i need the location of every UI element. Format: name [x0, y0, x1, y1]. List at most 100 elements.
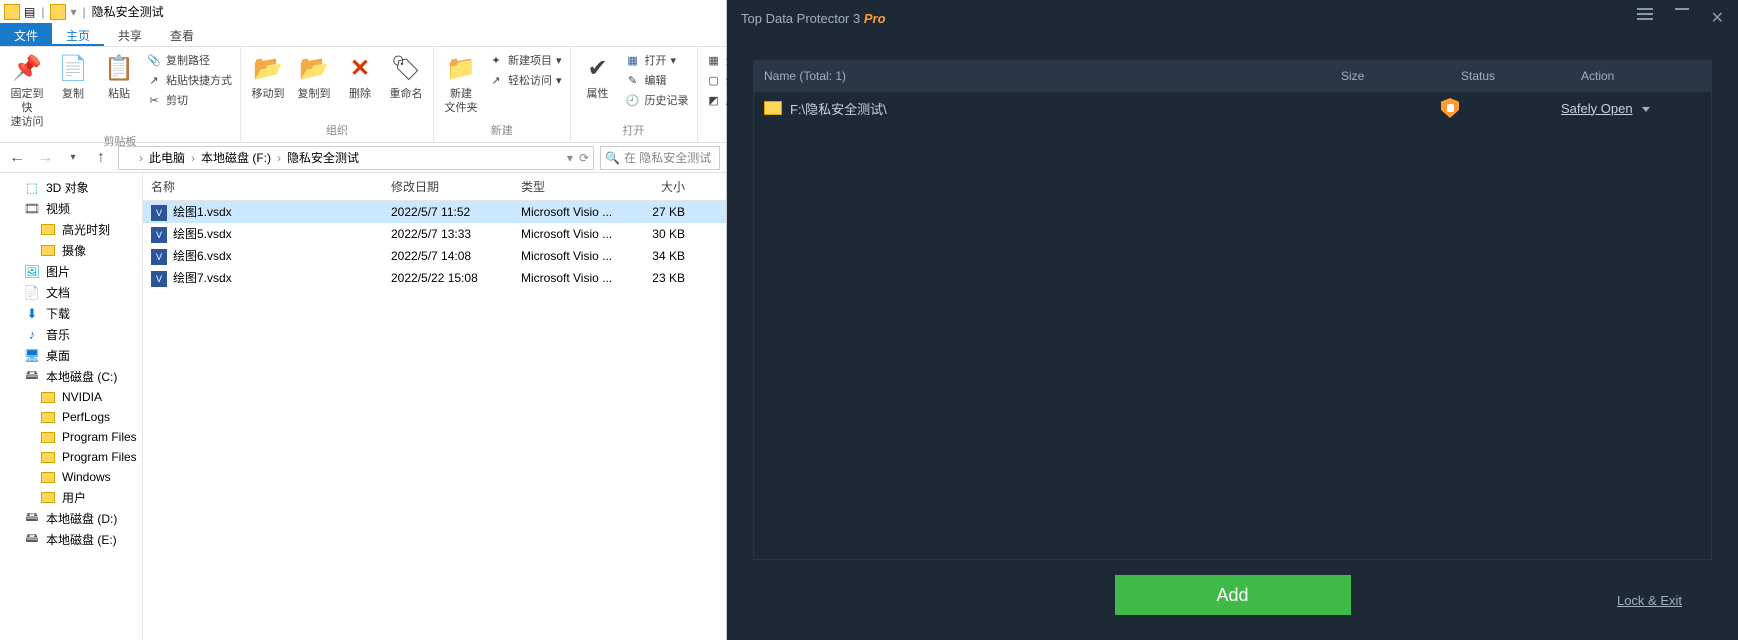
col-status[interactable]: Status: [1451, 61, 1571, 91]
rename-button[interactable]: 🏷重命名: [385, 51, 427, 103]
col-name[interactable]: 名称: [143, 173, 383, 200]
paste-shortcut-button[interactable]: ↗粘贴快捷方式: [144, 71, 234, 89]
drive-icon: 🖴: [24, 511, 40, 527]
chevron-right-icon[interactable]: ›: [139, 151, 143, 165]
col-name[interactable]: Name (Total: 1): [754, 61, 1331, 91]
easy-access-button[interactable]: ↗轻松访问 ▾: [486, 71, 564, 89]
tab-file[interactable]: 文件: [0, 23, 52, 46]
tab-share[interactable]: 共享: [104, 23, 156, 46]
col-date[interactable]: 修改日期: [383, 173, 513, 200]
path-dropdown-icon[interactable]: ▾: [567, 151, 573, 165]
nav-3d-objects[interactable]: ⬚3D 对象: [0, 177, 142, 198]
address-bar: ← → ▾ ↑ › 此电脑 › 本地磁盘 (F:) › 隐私安全测试 ▾ ⟳ 🔍…: [0, 143, 726, 173]
new-item-button[interactable]: ✦新建项目 ▾: [486, 51, 564, 69]
nav-windows[interactable]: Windows: [0, 467, 142, 487]
nav-up-button[interactable]: ↑: [90, 147, 112, 169]
refresh-icon[interactable]: ⟳: [579, 151, 589, 165]
nav-nvidia[interactable]: NVIDIA: [0, 387, 142, 407]
table-body: F:\隐私安全测试\ Safely Open: [753, 92, 1712, 560]
lock-exit-link[interactable]: Lock & Exit: [1617, 593, 1682, 608]
nav-back-button[interactable]: ←: [6, 147, 28, 169]
copy-button[interactable]: 📄复制: [52, 51, 94, 103]
edit-button[interactable]: ✎编辑: [623, 71, 691, 89]
nav-drive-e[interactable]: 🖴本地磁盘 (E:): [0, 529, 142, 550]
open-button[interactable]: ▦打开 ▾: [623, 51, 691, 69]
nav-highlights[interactable]: 高光时刻: [0, 219, 142, 240]
nav-drive-c[interactable]: 🖴本地磁盘 (C:): [0, 366, 142, 387]
col-action[interactable]: Action: [1571, 61, 1711, 91]
close-icon[interactable]: ✕: [1711, 8, 1724, 28]
col-size[interactable]: Size: [1331, 61, 1451, 91]
nav-forward-button[interactable]: →: [34, 147, 56, 169]
folder-icon: [40, 490, 56, 506]
table-row[interactable]: F:\隐私安全测试\ Safely Open: [754, 92, 1711, 124]
paste-button[interactable]: 📋粘贴: [98, 51, 140, 103]
selectnone-icon: ▢: [706, 72, 722, 88]
chevron-right-icon[interactable]: ›: [191, 151, 195, 165]
copy-to-button[interactable]: 📂复制到: [293, 51, 335, 103]
history-button[interactable]: 🕘历史记录: [623, 91, 691, 109]
paste-icon: 📋: [103, 53, 135, 85]
nav-documents[interactable]: 📄文档: [0, 282, 142, 303]
nav-users[interactable]: 用户: [0, 487, 142, 508]
file-row[interactable]: V绘图6.vsdx 2022/5/7 14:08 Microsoft Visio…: [143, 245, 726, 267]
video-icon: 🎞: [24, 201, 40, 217]
move-to-button[interactable]: 📂移动到: [247, 51, 289, 103]
file-list: 名称 修改日期 类型 大小 V绘图1.vsdx 2022/5/7 11:52 M…: [143, 173, 726, 640]
new-folder-button[interactable]: 📁新建 文件夹: [440, 51, 482, 117]
folder-icon: [50, 4, 66, 20]
easyaccess-icon: ↗: [488, 72, 504, 88]
cut-button[interactable]: ✂剪切: [144, 91, 234, 109]
qat-save-icon[interactable]: ▤: [24, 5, 35, 19]
path-segment-drive[interactable]: 本地磁盘 (F:): [197, 149, 275, 166]
music-icon: ♪: [24, 327, 40, 343]
add-button[interactable]: Add: [1115, 575, 1351, 615]
nav-music[interactable]: ♪音乐: [0, 324, 142, 345]
nav-program-files-2[interactable]: Program Files: [0, 447, 142, 467]
file-row[interactable]: V绘图5.vsdx 2022/5/7 13:33 Microsoft Visio…: [143, 223, 726, 245]
qat-dropdown-icon[interactable]: ▾: [70, 5, 76, 19]
col-type[interactable]: 类型: [513, 173, 623, 200]
chevron-down-icon[interactable]: [1642, 107, 1650, 112]
file-row[interactable]: V绘图7.vsdx 2022/5/22 15:08 Microsoft Visi…: [143, 267, 726, 289]
newitem-icon: ✦: [488, 52, 504, 68]
minimize-icon[interactable]: [1675, 8, 1689, 10]
chevron-right-icon[interactable]: ›: [277, 151, 281, 165]
path-segment-folder[interactable]: 隐私安全测试: [283, 149, 363, 166]
col-size[interactable]: 大小: [623, 173, 693, 200]
copy-icon: 📄: [57, 53, 89, 85]
properties-button[interactable]: ✔属性: [577, 51, 619, 103]
nav-perflogs[interactable]: PerfLogs: [0, 407, 142, 427]
moveto-icon: 📂: [252, 53, 284, 85]
nav-history-dropdown[interactable]: ▾: [62, 147, 84, 169]
search-input[interactable]: 🔍 在 隐私安全测试: [600, 146, 720, 170]
menu-icon[interactable]: [1637, 8, 1653, 28]
tab-view[interactable]: 查看: [156, 23, 208, 46]
folder-icon: [4, 4, 20, 20]
safely-open-button[interactable]: Safely Open: [1561, 101, 1633, 116]
separator: |: [83, 5, 86, 19]
file-row[interactable]: V绘图1.vsdx 2022/5/7 11:52 Microsoft Visio…: [143, 201, 726, 223]
pin-button[interactable]: 📌固定到快 速访问: [6, 51, 48, 131]
folder-icon: [764, 101, 782, 115]
nav-desktop[interactable]: 🖥桌面: [0, 345, 142, 366]
nav-videos[interactable]: 🎞视频: [0, 198, 142, 219]
tab-home[interactable]: 主页: [52, 23, 104, 46]
nav-pictures[interactable]: 🖼图片: [0, 261, 142, 282]
nav-camera[interactable]: 摄像: [0, 240, 142, 261]
search-icon: 🔍: [605, 151, 620, 165]
folder-icon: [123, 152, 137, 164]
nav-drive-d[interactable]: 🖴本地磁盘 (D:): [0, 508, 142, 529]
column-headers[interactable]: 名称 修改日期 类型 大小: [143, 173, 726, 201]
nav-tree[interactable]: ⬚3D 对象 🎞视频 高光时刻 摄像 🖼图片 📄文档 ⬇下载 ♪音乐 🖥桌面 🖴…: [0, 173, 143, 640]
desktop-icon: 🖥: [24, 348, 40, 364]
path-segment-thispc[interactable]: 此电脑: [145, 149, 189, 166]
nav-program-files[interactable]: Program Files: [0, 427, 142, 447]
delete-button[interactable]: ✕删除: [339, 51, 381, 103]
copypath-icon: 📎: [146, 52, 162, 68]
path-box[interactable]: › 此电脑 › 本地磁盘 (F:) › 隐私安全测试 ▾ ⟳: [118, 146, 594, 170]
nav-downloads[interactable]: ⬇下载: [0, 303, 142, 324]
drive-icon: 🖴: [24, 532, 40, 548]
objects3d-icon: ⬚: [24, 180, 40, 196]
copy-path-button[interactable]: 📎复制路径: [144, 51, 234, 69]
